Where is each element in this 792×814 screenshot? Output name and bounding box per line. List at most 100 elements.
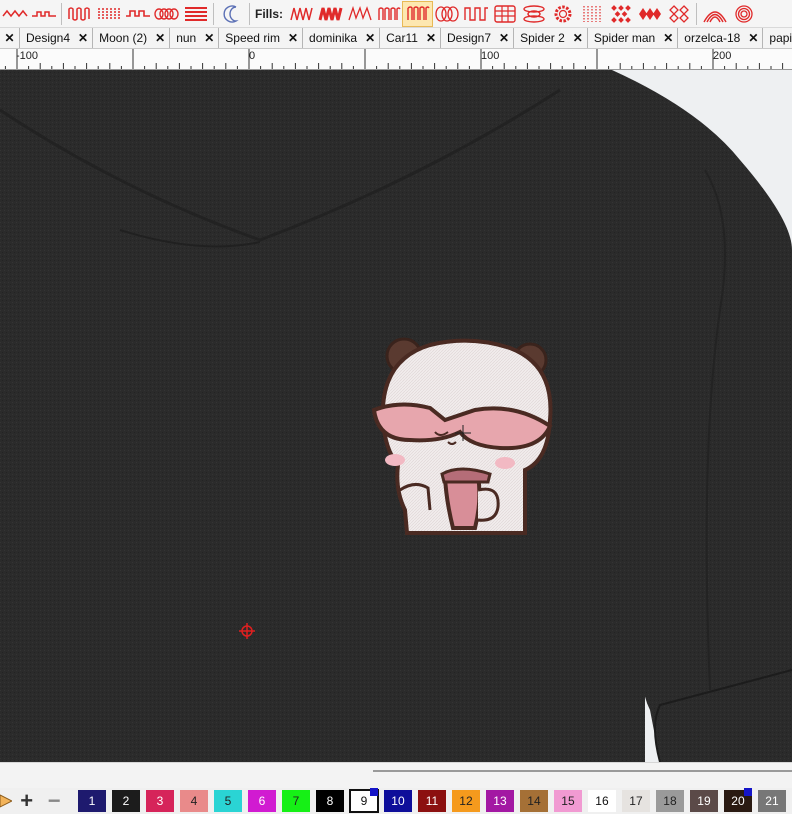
swatch-number: 17: [629, 794, 643, 808]
loop-chain-icon[interactable]: [123, 2, 152, 26]
tab-spider-2[interactable]: Spider 2 ✕: [514, 28, 588, 48]
ruler-label: -100: [16, 50, 39, 62]
gear-fill-icon[interactable]: [548, 2, 577, 26]
close-icon[interactable]: ✕: [365, 31, 375, 45]
color-swatch[interactable]: 14: [519, 790, 548, 812]
color-swatch[interactable]: 2: [111, 790, 140, 812]
color-swatch[interactable]: 4: [179, 790, 208, 812]
ruler-label: 0: [249, 50, 256, 62]
color-swatch[interactable]: 19: [689, 790, 718, 812]
color-swatch[interactable]: 1: [77, 790, 106, 812]
add-color-icon[interactable]: +: [13, 788, 41, 814]
swatch-number: 21: [765, 794, 779, 808]
color-swatch[interactable]: 11: [417, 790, 446, 812]
scrollbar-thumb[interactable]: [373, 770, 792, 772]
arc-fill-icon[interactable]: [700, 2, 729, 26]
toolbar-separator: [61, 2, 62, 25]
stripe-bar-icon[interactable]: [181, 2, 210, 26]
color-swatch[interactable]: 10: [383, 790, 412, 812]
close-icon[interactable]: ✕: [426, 31, 436, 45]
grid-fill-icon[interactable]: [490, 2, 519, 26]
swatch-number: 10: [391, 794, 405, 808]
panda-embroidery[interactable]: [371, 337, 553, 535]
tab-dominika[interactable]: dominika ✕: [303, 28, 381, 48]
color-swatch[interactable]: 5: [213, 790, 242, 812]
swatch-number: 6: [258, 794, 266, 808]
tab-orzelca-18[interactable]: orzelca-18 ✕: [678, 28, 764, 48]
color-swatch[interactable]: 9: [348, 788, 379, 813]
color-swatch[interactable]: 20: [723, 788, 752, 812]
diamond-row-fill-icon[interactable]: [635, 2, 664, 26]
tab-spider-man[interactable]: Spider man ✕: [587, 28, 679, 48]
color-swatch[interactable]: 6: [247, 790, 276, 812]
pencil-icon[interactable]: [0, 788, 13, 814]
swatch-number: 12: [459, 794, 473, 808]
close-icon[interactable]: ✕: [4, 31, 14, 45]
color-swatch[interactable]: 18: [655, 790, 684, 812]
swatch-number: 4: [190, 794, 198, 808]
swatch-number: 7: [292, 794, 300, 808]
close-icon[interactable]: ✕: [288, 31, 298, 45]
tab-design7[interactable]: Design7 ✕: [441, 28, 515, 48]
swatch-number: 19: [697, 794, 711, 808]
zigzag-outline-icon[interactable]: [0, 2, 29, 26]
color-swatch[interactable]: 7: [281, 790, 310, 812]
color-swatch[interactable]: 3: [145, 790, 174, 812]
dense-zigzag-fill-icon[interactable]: [316, 2, 345, 26]
diamond-grid-fill-icon[interactable]: [606, 2, 635, 26]
thread-palette: + − 1 2 3 4 5 6 7 8 9 10 11 12 13 14 15 16 17 18 19 20 21: [0, 788, 792, 814]
meander-fill-icon[interactable]: [461, 2, 490, 26]
swatch-number: 2: [122, 794, 130, 808]
zigzag-bar-icon[interactable]: [152, 2, 181, 26]
tab-moon-2[interactable]: Moon (2) ✕: [93, 28, 171, 48]
close-icon[interactable]: ✕: [78, 31, 88, 45]
satin-line-icon[interactable]: [65, 2, 94, 26]
remove-color-icon[interactable]: −: [40, 788, 68, 814]
color-swatch[interactable]: 21: [757, 790, 786, 812]
color-swatch[interactable]: 12: [451, 790, 480, 812]
tab-nun[interactable]: nun ✕: [170, 28, 220, 48]
swatch-number: 11: [425, 794, 439, 808]
tab-car11[interactable]: Car11 ✕: [380, 28, 441, 48]
tab-papie20a-1[interactable]: papie20a-1: [763, 28, 792, 48]
crescent-icon[interactable]: [217, 2, 246, 26]
color-swatch[interactable]: 8: [315, 790, 344, 812]
color-swatch[interactable]: 16: [587, 790, 616, 812]
swatch-row: 1 2 3 4 5 6 7 8 9 10 11 12 13 14 15 16 17 18 19 20 21: [77, 788, 792, 813]
scallop-outline-icon[interactable]: [94, 2, 123, 26]
pleat-fill-icon[interactable]: [402, 0, 434, 27]
spiral-fill-icon[interactable]: [729, 2, 758, 26]
toolbar-separator: [249, 2, 250, 25]
loop-fill-icon[interactable]: [432, 2, 461, 26]
hoodie-preview: [0, 70, 792, 762]
cross-fill-icon[interactable]: [664, 2, 693, 26]
design-canvas[interactable]: [0, 70, 792, 762]
color-swatch[interactable]: 17: [621, 790, 650, 812]
tab-design4[interactable]: Design4 ✕: [20, 28, 94, 48]
wave-outline-icon[interactable]: [29, 2, 58, 26]
color-swatch[interactable]: 13: [485, 790, 514, 812]
active-marker: [743, 788, 752, 796]
zigzag-fill-icon[interactable]: [287, 2, 316, 26]
swatch-number: 8: [326, 794, 334, 808]
horizontal-scrollbar[interactable]: [0, 762, 792, 788]
square-wave-fill-icon[interactable]: [374, 2, 403, 26]
close-icon[interactable]: ✕: [155, 31, 165, 45]
stitch-toolbar: Fills:: [0, 0, 792, 28]
radial-fill-icon[interactable]: [577, 2, 606, 26]
tab-speed-rim[interactable]: Speed rim ✕: [219, 28, 304, 48]
spike-fill-icon[interactable]: [345, 2, 374, 26]
horizontal-ruler: -100 0 100 200: [0, 49, 792, 70]
ellipse-chain-icon[interactable]: [519, 2, 548, 26]
swatch-number: 3: [156, 794, 164, 808]
outline-tools: [0, 0, 253, 27]
color-swatch[interactable]: 15: [553, 790, 582, 812]
ruler-label: 100: [481, 50, 500, 62]
close-icon[interactable]: ✕: [663, 31, 673, 45]
close-icon[interactable]: ✕: [204, 31, 214, 45]
close-icon[interactable]: ✕: [573, 31, 583, 45]
close-icon[interactable]: ✕: [748, 31, 758, 45]
close-icon[interactable]: ✕: [499, 31, 509, 45]
tab-label: Car11: [386, 31, 418, 45]
tab-close-previous[interactable]: ✕: [0, 28, 20, 48]
